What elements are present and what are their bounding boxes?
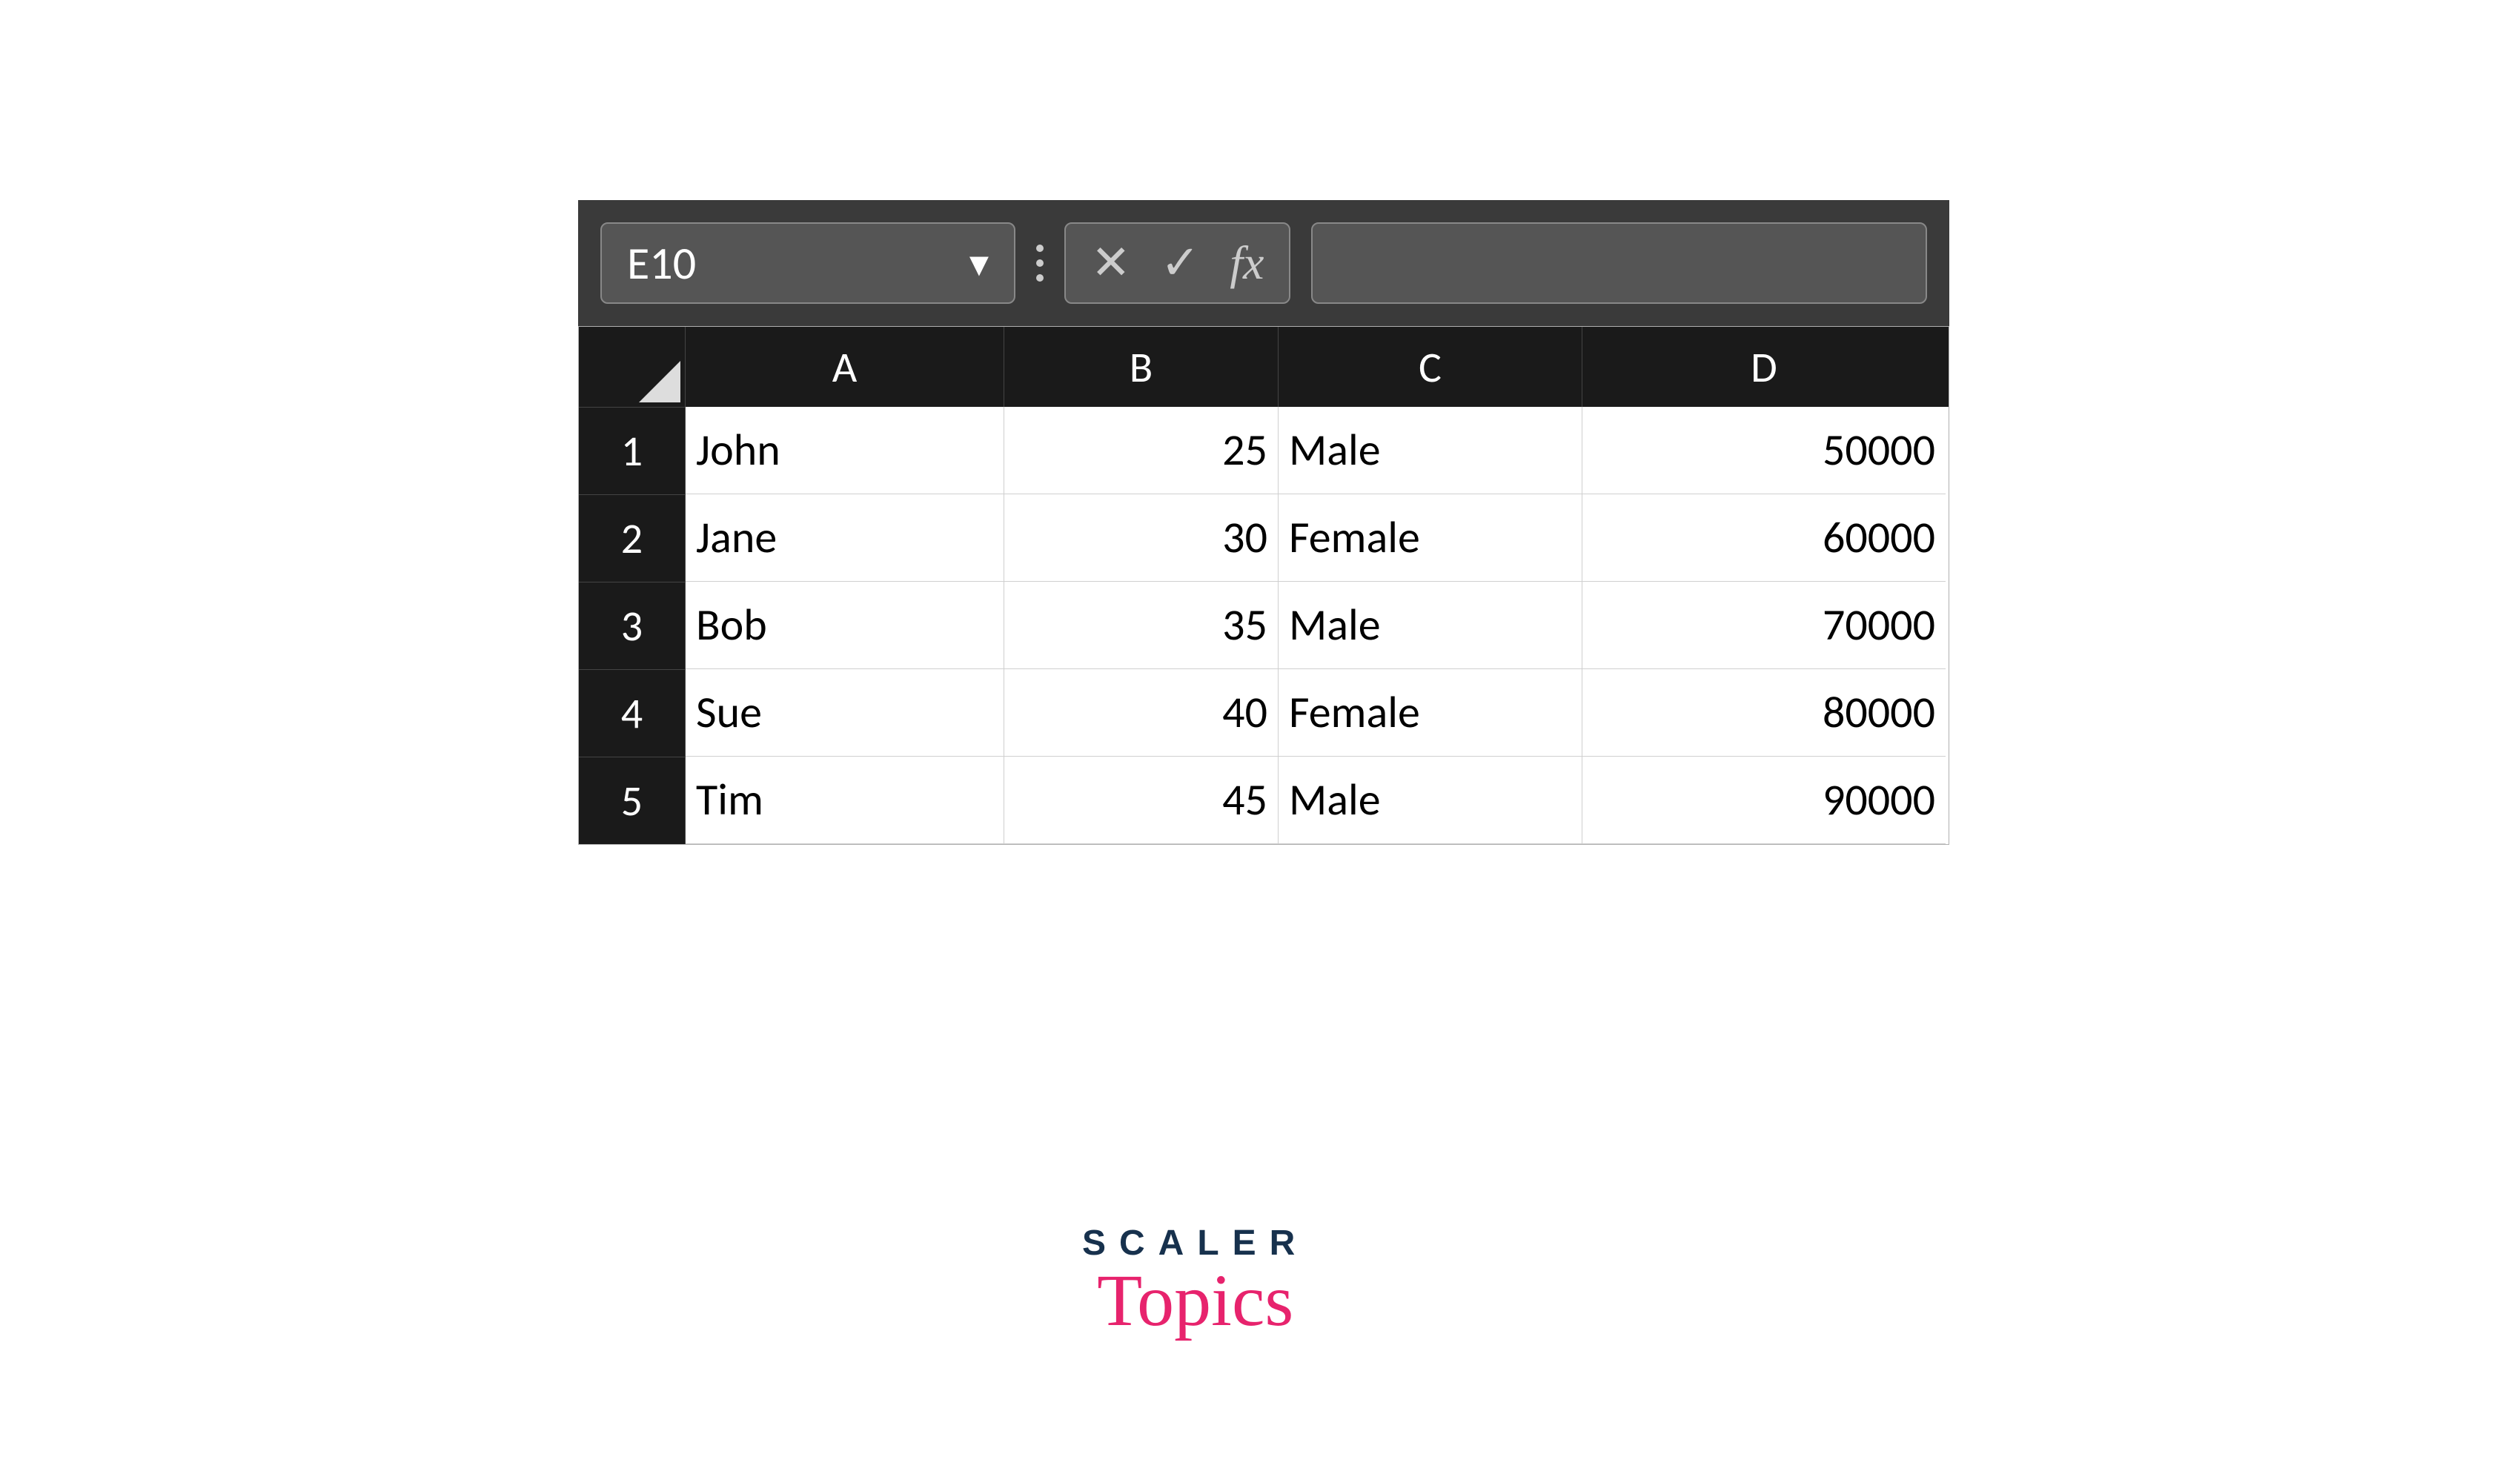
cell-a5[interactable]: Tim [686, 757, 1004, 844]
cell-a3[interactable]: Bob [686, 582, 1004, 669]
row-header-3[interactable]: 3 [579, 582, 686, 669]
select-all-corner[interactable] [579, 327, 686, 407]
cell-c1[interactable]: Male [1279, 407, 1582, 494]
brand-logo: SCALER Topics [1082, 1223, 1308, 1343]
cell-b3[interactable]: 35 [1004, 582, 1279, 669]
cell-a2[interactable]: Jane [686, 494, 1004, 582]
cancel-icon[interactable]: ✕ [1091, 234, 1131, 292]
table-row: 3 Bob 35 Male 70000 [579, 582, 1949, 669]
cell-c4[interactable]: Female [1279, 669, 1582, 757]
column-header-a[interactable]: A [686, 327, 1004, 407]
cell-d3[interactable]: 70000 [1582, 582, 1946, 669]
column-header-b[interactable]: B [1004, 327, 1279, 407]
cell-c3[interactable]: Male [1279, 582, 1582, 669]
table-row: 2 Jane 30 Female 60000 [579, 494, 1949, 582]
cell-c2[interactable]: Female [1279, 494, 1582, 582]
table-row: 4 Sue 40 Female 80000 [579, 669, 1949, 757]
row-header-5[interactable]: 5 [579, 757, 686, 844]
formula-toolbar: E10 ▾ ✕ ✓ fx [578, 200, 1949, 326]
cell-d2[interactable]: 60000 [1582, 494, 1946, 582]
name-box-value: E10 [627, 235, 696, 291]
cell-b4[interactable]: 40 [1004, 669, 1279, 757]
cell-b2[interactable]: 30 [1004, 494, 1279, 582]
cell-a4[interactable]: Sue [686, 669, 1004, 757]
fx-icon[interactable]: fx [1230, 236, 1264, 291]
spreadsheet-app: E10 ▾ ✕ ✓ fx A B C D 1 John 25 Male 5000… [578, 200, 1949, 845]
cell-d1[interactable]: 50000 [1582, 407, 1946, 494]
cell-b1[interactable]: 25 [1004, 407, 1279, 494]
name-box[interactable]: E10 ▾ [600, 222, 1015, 304]
cell-d5[interactable]: 90000 [1582, 757, 1946, 844]
table-row: 1 John 25 Male 50000 [579, 407, 1949, 494]
vertical-dots-icon[interactable] [1036, 245, 1044, 282]
row-header-4[interactable]: 4 [579, 669, 686, 757]
confirm-icon[interactable]: ✓ [1161, 234, 1201, 292]
cell-d4[interactable]: 80000 [1582, 669, 1946, 757]
brand-line2: Topics [1082, 1258, 1308, 1343]
row-header-2[interactable]: 2 [579, 494, 686, 582]
chevron-down-icon[interactable]: ▾ [969, 239, 989, 287]
cell-b5[interactable]: 45 [1004, 757, 1279, 844]
column-header-c[interactable]: C [1279, 327, 1582, 407]
row-header-1[interactable]: 1 [579, 407, 686, 494]
formula-controls: ✕ ✓ fx [1064, 222, 1290, 304]
column-header-d[interactable]: D [1582, 327, 1946, 407]
cell-a1[interactable]: John [686, 407, 1004, 494]
column-header-row: A B C D [579, 327, 1949, 407]
formula-bar-input[interactable] [1311, 222, 1927, 304]
worksheet-grid: A B C D 1 John 25 Male 50000 2 Jane 30 F… [578, 326, 1949, 845]
table-row: 5 Tim 45 Male 90000 [579, 757, 1949, 844]
cell-c5[interactable]: Male [1279, 757, 1582, 844]
